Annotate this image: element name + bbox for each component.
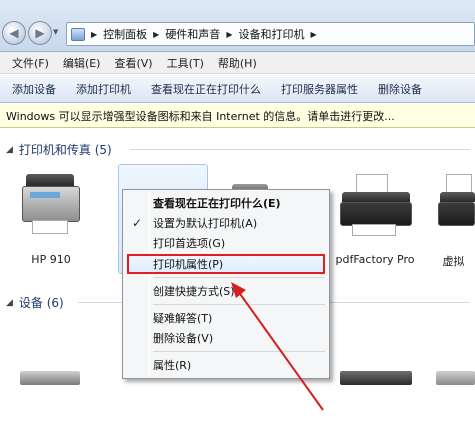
printer-tile-pdffactory[interactable]: pdfFactory Pro [330, 164, 420, 274]
menu-file[interactable]: 文件(F) [6, 53, 55, 73]
breadcrumb-devices-printers[interactable]: 设备和打印机 [238, 26, 304, 42]
printer-label: pdfFactory Pro [335, 253, 415, 266]
breadcrumb[interactable]: ▶ 控制面板 ▶ 硬件和声音 ▶ 设备和打印机 ▶ [66, 22, 475, 46]
menu-tools[interactable]: 工具(T) [161, 53, 210, 73]
printer-icon [338, 174, 414, 244]
chevron-right-icon[interactable]: ▶ [310, 30, 316, 39]
printer-icon [438, 174, 475, 244]
chevron-right-icon[interactable]: ▶ [91, 30, 97, 39]
menu-item-properties[interactable]: 属性(R) [123, 355, 329, 375]
printer-icon [20, 172, 82, 242]
menu-item-see-whats-printing[interactable]: 查看现在正在打印什么(E) [123, 193, 329, 213]
see-whats-printing-button[interactable]: 查看现在正在打印什么 [143, 78, 269, 100]
add-device-button[interactable]: 添加设备 [4, 78, 64, 100]
chevron-right-icon[interactable]: ▶ [153, 30, 159, 39]
forward-arrow-icon: ▶ [35, 26, 45, 40]
menu-bar: 文件(F) 编辑(E) 查看(V) 工具(T) 帮助(H) [0, 52, 475, 74]
group-header-devices[interactable]: ◢ 设备 (6) [6, 294, 64, 311]
menu-item-troubleshoot[interactable]: 疑难解答(T) [123, 308, 329, 328]
back-arrow-icon: ◀ [9, 26, 19, 40]
chevron-right-icon[interactable]: ▶ [226, 30, 232, 39]
device-thumbnail[interactable] [20, 371, 80, 385]
printer-tile-hp910[interactable]: HP 910 [6, 164, 96, 274]
collapse-triangle-icon[interactable]: ◢ [6, 298, 13, 308]
menu-separator [153, 351, 325, 352]
control-panel-icon [71, 27, 85, 41]
history-dropdown-icon[interactable]: ▼ [53, 28, 61, 38]
address-bar: ◀ ▶ ▼ ▶ 控制面板 ▶ 硬件和声音 ▶ 设备和打印机 ▶ [0, 0, 475, 52]
command-bar: 添加设备 添加打印机 查看现在正在打印什么 打印服务器属性 删除设备 [0, 75, 475, 103]
back-button[interactable]: ◀ [2, 21, 26, 45]
group-title-printers: 打印机和传真 (5) [18, 143, 112, 157]
menu-item-label: 设置为默认打印机(A) [153, 217, 258, 230]
breadcrumb-control-panel[interactable]: 控制面板 [103, 26, 147, 42]
group-title-devices: 设备 (6) [18, 296, 64, 310]
info-bar[interactable]: Windows 可以显示增强型设备图标和来自 Internet 的信息。请单击进… [0, 104, 475, 128]
menu-item-printer-properties[interactable]: 打印机属性(P) [127, 254, 325, 274]
menu-item-printing-preferences[interactable]: 打印首选项(G) [123, 233, 329, 253]
menu-item-label: 疑难解答(T) [153, 312, 213, 325]
menu-item-remove-device[interactable]: 删除设备(V) [123, 328, 329, 348]
menu-help[interactable]: 帮助(H) [212, 53, 263, 73]
printer-tile-virtual[interactable]: 虚拟 [432, 164, 475, 274]
menu-item-label: 打印首选项(G) [153, 237, 226, 250]
group-divider [130, 149, 470, 150]
menu-item-set-default[interactable]: ✓ 设置为默认打印机(A) [123, 213, 329, 233]
menu-separator [153, 304, 325, 305]
collapse-triangle-icon[interactable]: ◢ [6, 145, 13, 155]
print-server-properties-button[interactable]: 打印服务器属性 [273, 78, 366, 100]
forward-button[interactable]: ▶ [28, 21, 52, 45]
device-thumbnail[interactable] [436, 371, 475, 385]
menu-separator [153, 277, 325, 278]
checkmark-icon: ✓ [132, 216, 143, 230]
menu-edit[interactable]: 编辑(E) [57, 53, 107, 73]
printer-label: 虚拟 [442, 255, 465, 268]
breadcrumb-hardware-sound[interactable]: 硬件和声音 [165, 26, 220, 42]
remove-device-button[interactable]: 删除设备 [370, 78, 430, 100]
menu-item-label: 打印机属性(P) [153, 258, 224, 271]
device-thumbnail[interactable] [340, 371, 412, 385]
menu-view[interactable]: 查看(V) [108, 53, 158, 73]
menu-item-label: 创建快捷方式(S) [153, 285, 235, 298]
add-printer-button[interactable]: 添加打印机 [68, 78, 139, 100]
menu-item-label: 查看现在正在打印什么(E) [153, 197, 281, 210]
group-header-printers[interactable]: ◢ 打印机和传真 (5) [6, 141, 112, 158]
menu-item-create-shortcut[interactable]: 创建快捷方式(S) [123, 281, 329, 301]
context-menu: 查看现在正在打印什么(E) ✓ 设置为默认打印机(A) 打印首选项(G) 打印机属… [122, 189, 330, 379]
printer-label: HP 910 [31, 253, 71, 266]
menu-item-label: 删除设备(V) [153, 332, 214, 345]
menu-item-label: 属性(R) [153, 359, 192, 372]
